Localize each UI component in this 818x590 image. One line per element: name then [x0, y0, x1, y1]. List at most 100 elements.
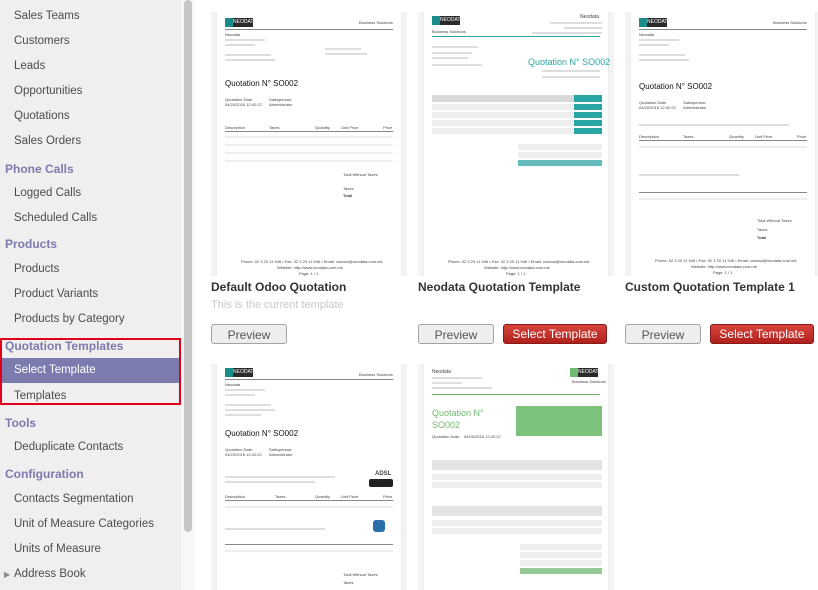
company-name: Neodata — [639, 32, 655, 37]
sidebar-item-products[interactable]: Products — [0, 257, 181, 282]
salesperson-value: Administrator — [269, 102, 293, 107]
company-name: Neodata — [225, 382, 241, 387]
col-unit-price: Unit Price — [755, 134, 773, 139]
select-template-button[interactable]: Select Template — [503, 324, 607, 344]
company-name: Neodata — [580, 14, 599, 20]
total-label: Total — [757, 235, 767, 240]
neodata-logo: NEODATA — [432, 16, 463, 25]
quotation-title: Quotation N° SO002 — [528, 57, 611, 67]
document-website: Website: http://www.neodata.com.mk — [691, 264, 757, 269]
business-solutions-label: Business Solutions — [359, 372, 393, 377]
sidebar-item-scheduled-calls[interactable]: Scheduled Calls — [0, 206, 181, 231]
taxes-label: Taxes — [343, 580, 354, 585]
sidebar-item-sales-teams[interactable]: Sales Teams — [0, 4, 181, 29]
document-preview: NEODATA Business Solutions Neodata Quota… — [217, 12, 401, 276]
sidebar-item-units-of-measure[interactable]: Units of Measure — [0, 537, 181, 562]
col-quantity: Quantity — [729, 134, 744, 139]
sidebar-item-contacts-segmentation[interactable]: Contacts Segmentation — [0, 487, 181, 512]
customer-address-block — [516, 406, 602, 436]
business-solutions-label: Business Solutions — [572, 379, 606, 384]
quotation-date-value: 04/20/2016 12:42:22 — [464, 434, 501, 439]
quotation-date-label: Quotation Date: — [432, 434, 461, 439]
taxes-label: Taxes — [343, 186, 354, 191]
col-taxes: Taxes — [683, 134, 694, 139]
adsl-router-icon — [369, 479, 393, 487]
col-quantity: Quantity — [315, 494, 330, 499]
adsl-label: ADSL — [375, 471, 392, 477]
template-thumbnail[interactable]: NEODATA Business Solutions Neodata Quota… — [211, 364, 407, 590]
section-phone-calls[interactable]: Phone Calls — [0, 157, 181, 182]
document-preview: NEODATA Business Solutions Neodata Quota… — [424, 12, 611, 276]
sidebar-item-quotations[interactable]: Quotations — [0, 104, 181, 129]
col-taxes: Taxes — [269, 125, 280, 130]
document-website: Website: http://www.neodata.com.mk — [277, 265, 343, 270]
col-unit-price: Unit Price — [341, 494, 359, 499]
sidebar: Sales Teams Customers Leads Opportunitie… — [0, 0, 181, 590]
sidebar-item-deduplicate-contacts[interactable]: Deduplicate Contacts — [0, 435, 181, 460]
preview-button[interactable]: Preview — [418, 324, 494, 344]
quotation-title: Quotation N° SO002 — [225, 79, 299, 88]
total-without-taxes-label: Total Without Taxes — [757, 218, 792, 223]
sidebar-item-opportunities[interactable]: Opportunities — [0, 79, 181, 104]
sidebar-item-address-book[interactable]: ▶ Address Book — [0, 562, 181, 587]
sidebar-item-products-by-category[interactable]: Products by Category — [0, 307, 181, 332]
quotation-title-line1: Quotation N° — [432, 408, 484, 418]
company-name: Neodata — [432, 369, 451, 375]
document-website: Website: http://www.neodata.com.mk — [484, 265, 550, 270]
section-tools[interactable]: Tools — [0, 411, 181, 436]
col-description: Description — [639, 134, 660, 139]
sidebar-item-uom-categories[interactable]: Unit of Measure Categories — [0, 512, 181, 537]
total-without-taxes-label: Total Without Taxes — [343, 172, 378, 177]
sidebar-item-logged-calls[interactable]: Logged Calls — [0, 181, 181, 206]
template-title: Neodata Quotation Template — [418, 280, 581, 294]
col-unit-price: Unit Price — [341, 125, 359, 130]
sidebar-item-label: Address Book — [14, 568, 86, 580]
neodata-logo: NEODATA — [225, 368, 256, 377]
document-page: Page: 1 / 1 — [299, 271, 319, 276]
sidebar-item-leads[interactable]: Leads — [0, 54, 181, 79]
template-thumbnail[interactable]: Neodata NEODATA Business Solutions Quota… — [418, 364, 614, 590]
document-footer: Phone: 02 3 20 11 946 • Fax: 02 3 20 11 … — [241, 259, 383, 264]
template-thumbnail[interactable]: NEODATA Business Solutions Neodata Quota… — [418, 12, 614, 276]
quotation-title-line2: SO002 — [432, 420, 461, 430]
preview-button[interactable]: Preview — [211, 324, 287, 344]
template-thumbnail[interactable]: NEODATA Business Solutions Neodata Quota… — [211, 12, 407, 276]
quotation-title: Quotation N° SO002 — [639, 82, 713, 91]
business-solutions-label: Business Solutions — [432, 29, 466, 34]
neodata-logo: NEODATA — [639, 18, 670, 27]
document-page: Page: 1 / 1 — [713, 270, 733, 275]
col-description: Description — [225, 125, 246, 130]
select-template-button[interactable]: Select Template — [710, 324, 814, 344]
section-quotation-templates[interactable]: Quotation Templates — [0, 334, 181, 359]
document-preview: Neodata NEODATA Business Solutions Quota… — [424, 364, 608, 590]
quotation-date-value: 04/20/2016 12:42:22 — [639, 105, 676, 110]
document-footer: Phone: 02 3 20 11 946 • Fax: 02 3 20 11 … — [448, 259, 590, 264]
company-name: Neodata — [225, 32, 241, 37]
quotation-title: Quotation N° SO002 — [225, 429, 299, 438]
sidebar-scroll-thumb[interactable] — [184, 0, 192, 532]
document-preview: NEODATA Business Solutions Neodata Quota… — [217, 364, 401, 590]
sidebar-item-product-variants[interactable]: Product Variants — [0, 282, 181, 307]
current-template-note: This is the current template — [211, 299, 344, 311]
salesperson-value: Administrator — [269, 452, 293, 457]
col-quantity: Quantity — [315, 125, 330, 130]
template-title: Default Odoo Quotation — [211, 280, 347, 294]
section-configuration[interactable]: Configuration — [0, 462, 181, 487]
col-description: Description — [225, 494, 246, 499]
sidebar-item-select-template[interactable]: Select Template — [0, 358, 181, 383]
template-thumbnail[interactable]: NEODATA Business Solutions Neodata Quota… — [625, 12, 818, 276]
sidebar-item-sales-orders[interactable]: Sales Orders — [0, 129, 181, 154]
section-products[interactable]: Products — [0, 232, 181, 257]
document-preview: NEODATA Business Solutions Neodata Quota… — [631, 12, 815, 276]
quotation-date-value: 04/20/2016 12:42:22 — [225, 102, 262, 107]
col-price: Price — [383, 125, 393, 130]
business-solutions-label: Business Solutions — [773, 20, 807, 25]
col-price: Price — [383, 494, 393, 499]
neodata-logo: NEODATA — [225, 18, 256, 27]
sidebar-item-templates[interactable]: Templates — [0, 384, 181, 409]
preview-button[interactable]: Preview — [625, 324, 701, 344]
sidebar-item-customers[interactable]: Customers — [0, 29, 181, 54]
total-without-taxes-label: Total Without Taxes — [343, 572, 378, 577]
col-taxes: Taxes — [275, 494, 286, 499]
taxes-label: Taxes — [757, 227, 768, 232]
